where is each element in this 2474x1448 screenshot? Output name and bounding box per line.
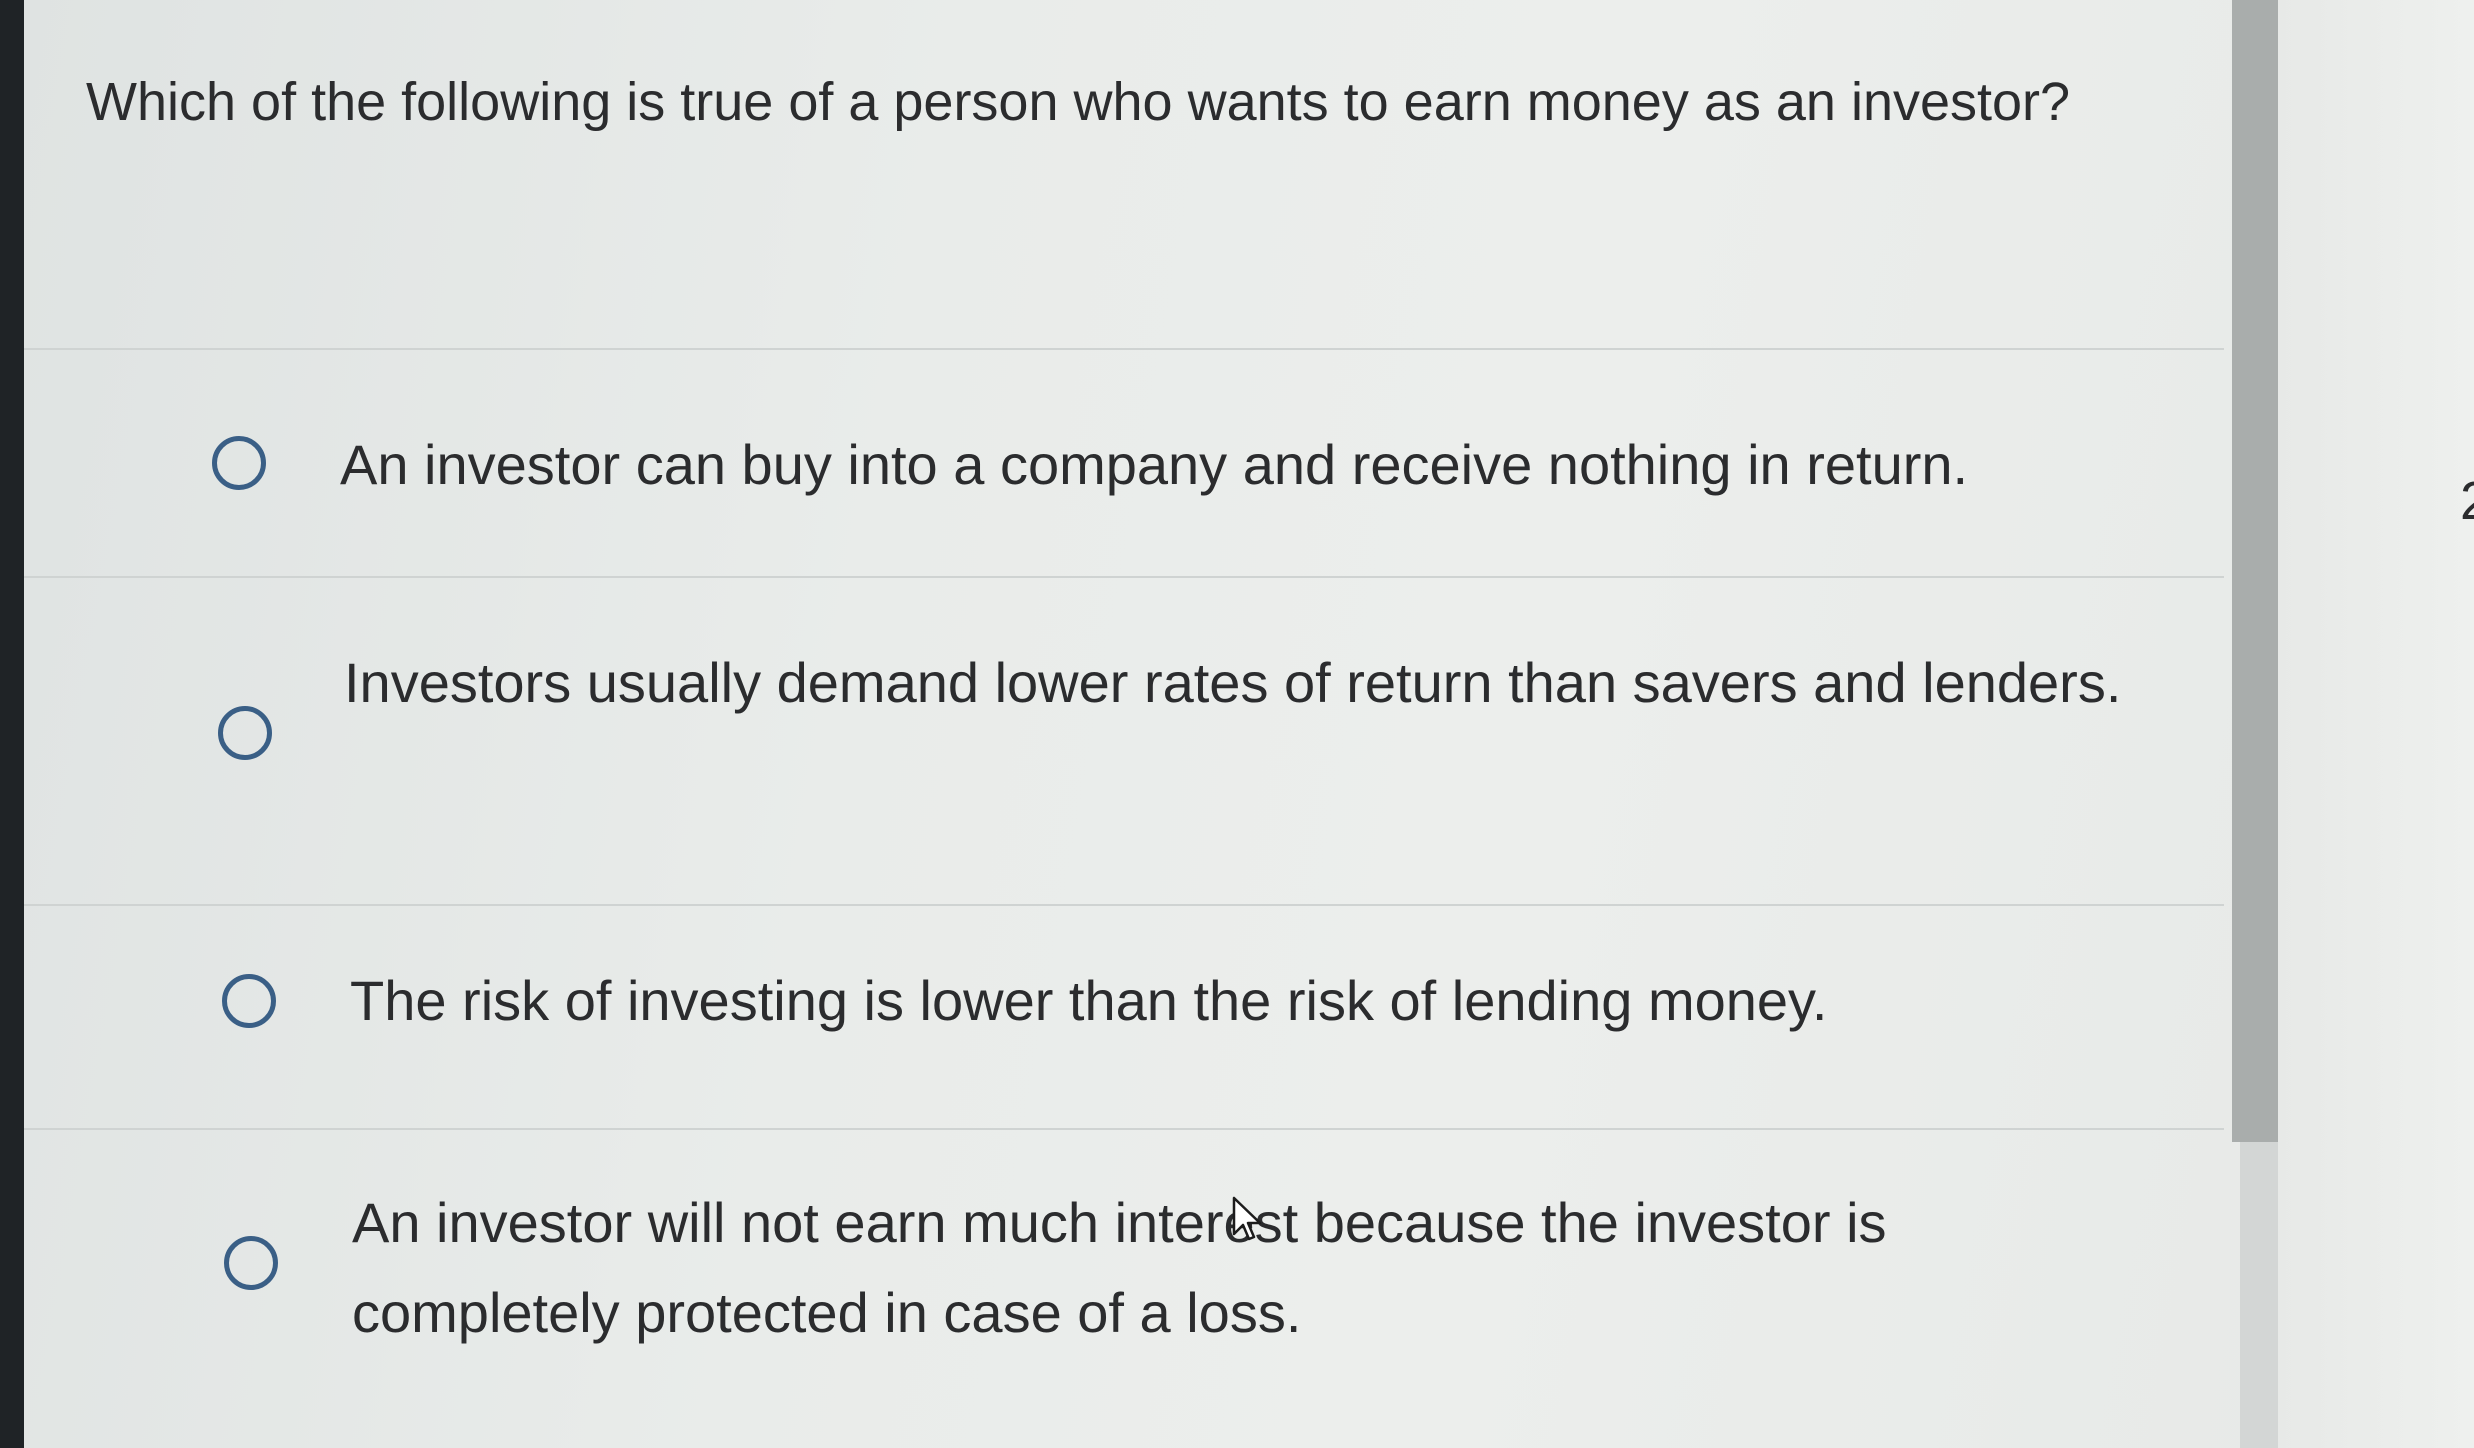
radio-button-4[interactable] bbox=[224, 1236, 278, 1290]
answer-option-2[interactable]: Investors usually demand lower rates of … bbox=[24, 578, 2224, 904]
right-panel: 2 bbox=[2278, 0, 2474, 1448]
answer-option-3[interactable]: The risk of investing is lower than the … bbox=[24, 906, 2224, 1128]
mouse-pointer-icon bbox=[1232, 1196, 1262, 1241]
scrollbar-thumb[interactable] bbox=[2232, 0, 2278, 1142]
screen: Which of the following is true of a pers… bbox=[24, 0, 2474, 1448]
question-panel: Which of the following is true of a pers… bbox=[24, 0, 2240, 1448]
edge-glyph: 2 bbox=[2460, 470, 2474, 532]
option-label-2: Investors usually demand lower rates of … bbox=[344, 651, 2122, 714]
option-label-3: The risk of investing is lower than the … bbox=[350, 969, 1828, 1032]
radio-button-3[interactable] bbox=[222, 974, 276, 1028]
radio-button-1[interactable] bbox=[212, 436, 266, 490]
question-text: Which of the following is true of a pers… bbox=[86, 72, 2071, 132]
option-label-1: An investor can buy into a company and r… bbox=[340, 433, 1969, 496]
answer-option-4[interactable]: An investor will not earn much interest … bbox=[24, 1130, 2224, 1448]
radio-button-2[interactable] bbox=[218, 706, 272, 760]
answer-option-1[interactable]: An investor can buy into a company and r… bbox=[24, 350, 2224, 575]
